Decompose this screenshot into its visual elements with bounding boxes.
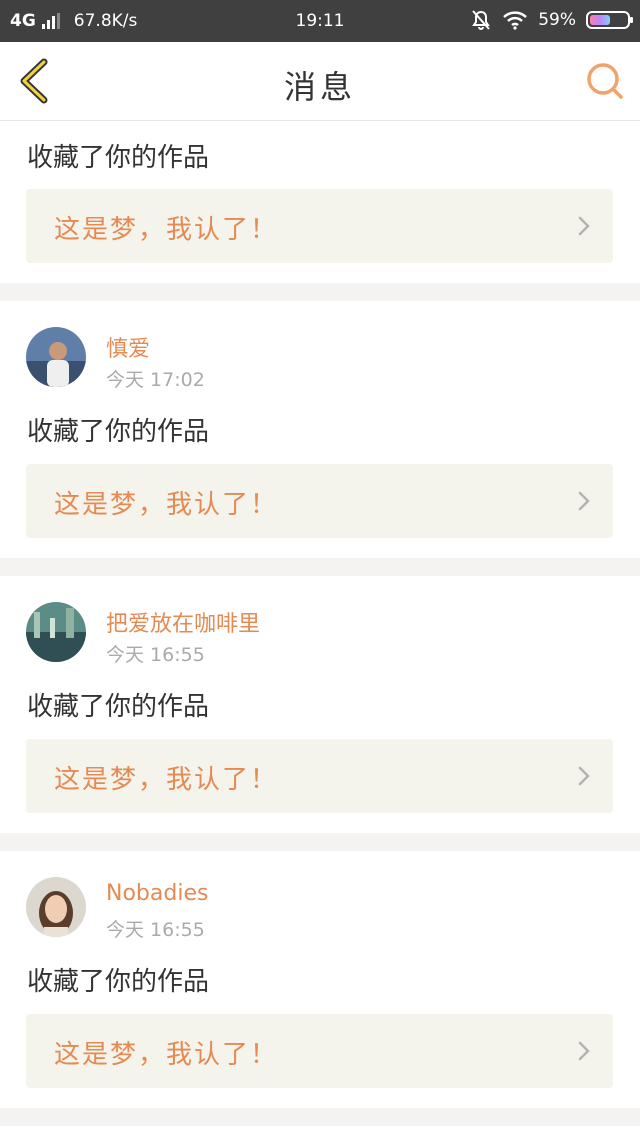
message-time: 今天 17:02 xyxy=(106,369,205,391)
page-title: 消息 xyxy=(283,68,356,106)
work-link[interactable]: 这是梦，我认了！ xyxy=(26,189,613,263)
section-divider xyxy=(0,833,640,851)
section-divider xyxy=(0,558,640,576)
battery-fill xyxy=(590,15,610,25)
work-title: 这是梦，我认了！ xyxy=(54,215,279,245)
message-time: 今天 16:55 xyxy=(106,919,205,941)
avatar[interactable] xyxy=(26,602,86,662)
chevron-right-icon xyxy=(578,216,590,236)
chevron-right-icon xyxy=(578,1041,590,1061)
avatar[interactable] xyxy=(26,877,86,937)
wifi-icon xyxy=(503,11,528,30)
sender-name[interactable]: 把爱放在咖啡里 xyxy=(106,606,260,638)
message-card: Nobadies 今天 16:55 收藏了你的作品 这是梦，我认了！ xyxy=(0,851,640,1108)
message-list: 收藏了你的作品 这是梦，我认了！ 慎爱 今天 17:02 收藏了你的作品 这是梦… xyxy=(0,121,640,1126)
message-action: 收藏了你的作品 xyxy=(27,692,210,722)
work-title: 这是梦，我认了！ xyxy=(54,490,279,520)
status-right: 59% xyxy=(470,9,633,31)
sender-name[interactable]: Nobadies xyxy=(106,881,208,906)
app-header: 消息 xyxy=(0,42,640,121)
status-bar: 4G 67.8K/s 19:11 59% xyxy=(0,0,640,42)
message-card: 慎爱 今天 17:02 收藏了你的作品 这是梦，我认了！ xyxy=(0,301,640,558)
sender-name[interactable]: 慎爱 xyxy=(106,331,150,363)
battery-percent: 59% xyxy=(538,10,576,30)
work-title: 这是梦，我认了！ xyxy=(54,765,279,795)
work-title: 这是梦，我认了！ xyxy=(54,1040,279,1070)
message-time: 今天 16:55 xyxy=(106,644,205,666)
section-divider xyxy=(0,283,640,301)
avatar[interactable] xyxy=(26,327,86,387)
work-link[interactable]: 这是梦，我认了！ xyxy=(26,464,613,538)
message-action: 收藏了你的作品 xyxy=(27,143,210,173)
work-link[interactable]: 这是梦，我认了！ xyxy=(26,739,613,813)
search-button[interactable] xyxy=(584,60,626,102)
chevron-right-icon xyxy=(578,491,590,511)
message-action: 收藏了你的作品 xyxy=(27,417,210,447)
search-icon xyxy=(587,63,623,99)
chevron-right-icon xyxy=(578,766,590,786)
battery-icon xyxy=(586,11,633,29)
section-divider xyxy=(0,1108,640,1126)
message-card: 把爱放在咖啡里 今天 16:55 收藏了你的作品 这是梦，我认了！ xyxy=(0,576,640,833)
message-card: 收藏了你的作品 这是梦，我认了！ xyxy=(0,121,640,283)
mute-icon xyxy=(472,10,491,30)
work-link[interactable]: 这是梦，我认了！ xyxy=(26,1014,613,1088)
message-action: 收藏了你的作品 xyxy=(27,967,210,997)
